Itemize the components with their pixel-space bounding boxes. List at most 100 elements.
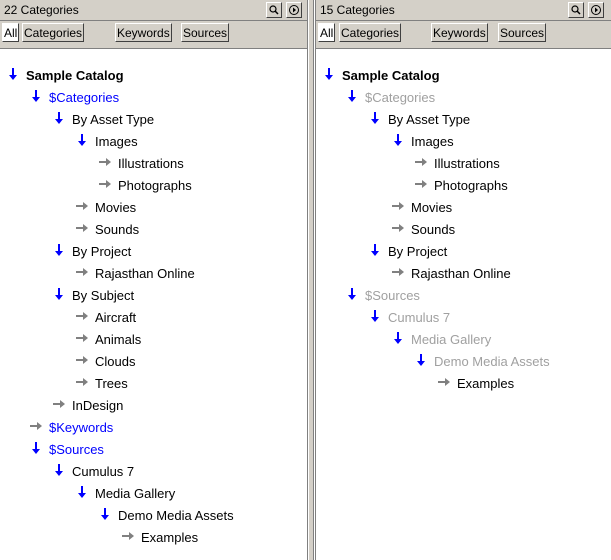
tree-node-label[interactable]: $Sources <box>49 442 104 457</box>
tree-node-label[interactable]: Trees <box>95 376 128 391</box>
right-search-button[interactable] <box>568 2 584 18</box>
right-menu-button[interactable] <box>588 2 604 18</box>
tab-categories[interactable]: Categories <box>339 23 402 42</box>
collapsed-arrow-icon[interactable] <box>75 353 89 367</box>
tree-node[interactable]: Illustrations <box>98 153 184 175</box>
tree-node-label[interactable]: Media Gallery <box>411 332 491 347</box>
tree-node[interactable]: Photographs <box>414 175 508 197</box>
tree-node-label[interactable]: Movies <box>411 200 452 215</box>
tree-node[interactable]: Animals <box>75 329 141 351</box>
tab-sources[interactable]: Sources <box>498 23 547 42</box>
expanded-arrow-icon[interactable] <box>391 331 405 345</box>
tree-node-label[interactable]: Media Gallery <box>95 486 175 501</box>
collapsed-arrow-icon[interactable] <box>75 221 89 235</box>
tab-all[interactable]: All <box>318 23 336 42</box>
tree-node-label[interactable]: Images <box>95 134 138 149</box>
tree-node-label[interactable]: Sounds <box>411 222 455 237</box>
tree-node-label[interactable]: Examples <box>141 530 198 545</box>
tree-node[interactable]: $Keywords <box>29 417 113 439</box>
tree-node[interactable]: By Project <box>52 241 131 263</box>
collapsed-arrow-icon[interactable] <box>437 375 451 389</box>
tree-node-label[interactable]: Rajasthan Online <box>95 266 195 281</box>
tree-node-label[interactable]: Cumulus 7 <box>72 464 134 479</box>
collapsed-arrow-icon[interactable] <box>98 155 112 169</box>
tree-node[interactable]: By Project <box>368 241 447 263</box>
tree-node[interactable]: Sample Catalog <box>6 65 124 87</box>
tab-keywords[interactable]: Keywords <box>431 23 488 42</box>
expanded-arrow-icon[interactable] <box>52 463 66 477</box>
tree-node[interactable]: Media Gallery <box>391 329 491 351</box>
tree-node-label[interactable]: Movies <box>95 200 136 215</box>
tab-keywords[interactable]: Keywords <box>115 23 172 42</box>
expanded-arrow-icon[interactable] <box>52 287 66 301</box>
tree-node[interactable]: Sounds <box>75 219 139 241</box>
collapsed-arrow-icon[interactable] <box>75 265 89 279</box>
tree-node[interactable]: $Categories <box>345 87 435 109</box>
tree-node[interactable]: $Categories <box>29 87 119 109</box>
tree-node-label[interactable]: Images <box>411 134 454 149</box>
tree-node-label[interactable]: Animals <box>95 332 141 347</box>
collapsed-arrow-icon[interactable] <box>391 199 405 213</box>
tree-node-label[interactable]: Photographs <box>434 178 508 193</box>
left-menu-button[interactable] <box>286 2 302 18</box>
expanded-arrow-icon[interactable] <box>414 353 428 367</box>
tree-node[interactable]: Sounds <box>391 219 455 241</box>
tree-node-label[interactable]: By Project <box>72 244 131 259</box>
tree-node-label[interactable]: $Categories <box>49 90 119 105</box>
collapsed-arrow-icon[interactable] <box>52 397 66 411</box>
tree-node[interactable]: Aircraft <box>75 307 136 329</box>
collapsed-arrow-icon[interactable] <box>75 199 89 213</box>
tree-node-label[interactable]: Illustrations <box>434 156 500 171</box>
collapsed-arrow-icon[interactable] <box>29 419 43 433</box>
expanded-arrow-icon[interactable] <box>368 309 382 323</box>
tree-node-label[interactable]: By Subject <box>72 288 134 303</box>
expanded-arrow-icon[interactable] <box>345 89 359 103</box>
tree-node-label[interactable]: Demo Media Assets <box>434 354 550 369</box>
expanded-arrow-icon[interactable] <box>368 243 382 257</box>
expanded-arrow-icon[interactable] <box>98 507 112 521</box>
tree-node-label[interactable]: Sample Catalog <box>26 68 124 83</box>
tree-node[interactable]: InDesign <box>52 395 123 417</box>
tree-node[interactable]: Trees <box>75 373 128 395</box>
tree-node-label[interactable]: Illustrations <box>118 156 184 171</box>
expanded-arrow-icon[interactable] <box>391 133 405 147</box>
tree-node[interactable]: Clouds <box>75 351 135 373</box>
collapsed-arrow-icon[interactable] <box>414 177 428 191</box>
tree-node-label[interactable]: $Sources <box>365 288 420 303</box>
tree-node[interactable]: Examples <box>437 373 514 395</box>
tab-categories[interactable]: Categories <box>22 23 85 42</box>
expanded-arrow-icon[interactable] <box>345 287 359 301</box>
tree-node[interactable]: Cumulus 7 <box>368 307 450 329</box>
tree-node[interactable]: Movies <box>75 197 136 219</box>
expanded-arrow-icon[interactable] <box>75 133 89 147</box>
expanded-arrow-icon[interactable] <box>6 67 20 81</box>
tree-node[interactable]: Demo Media Assets <box>414 351 550 373</box>
tree-node[interactable]: Examples <box>121 527 198 549</box>
collapsed-arrow-icon[interactable] <box>121 529 135 543</box>
tree-node-label[interactable]: Photographs <box>118 178 192 193</box>
tree-node-label[interactable]: Sounds <box>95 222 139 237</box>
tree-node[interactable]: By Asset Type <box>52 109 154 131</box>
tree-node[interactable]: $Sources <box>345 285 420 307</box>
expanded-arrow-icon[interactable] <box>322 67 336 81</box>
collapsed-arrow-icon[interactable] <box>75 309 89 323</box>
tree-node[interactable]: Sample Catalog <box>322 65 440 87</box>
tree-node[interactable]: By Subject <box>52 285 134 307</box>
tree-node-label[interactable]: $Categories <box>365 90 435 105</box>
collapsed-arrow-icon[interactable] <box>391 265 405 279</box>
tree-node[interactable]: Media Gallery <box>75 483 175 505</box>
tree-node[interactable]: $Sources <box>29 439 104 461</box>
tree-node-label[interactable]: Demo Media Assets <box>118 508 234 523</box>
tab-all[interactable]: All <box>2 23 20 42</box>
expanded-arrow-icon[interactable] <box>368 111 382 125</box>
tree-node-label[interactable]: Clouds <box>95 354 135 369</box>
expanded-arrow-icon[interactable] <box>52 111 66 125</box>
collapsed-arrow-icon[interactable] <box>391 221 405 235</box>
tree-node[interactable]: Cumulus 7 <box>52 461 134 483</box>
left-search-button[interactable] <box>266 2 282 18</box>
tree-node[interactable]: Rajasthan Online <box>391 263 511 285</box>
tree-node[interactable]: Images <box>391 131 454 153</box>
collapsed-arrow-icon[interactable] <box>75 331 89 345</box>
expanded-arrow-icon[interactable] <box>29 441 43 455</box>
tree-node-label[interactable]: By Asset Type <box>72 112 154 127</box>
